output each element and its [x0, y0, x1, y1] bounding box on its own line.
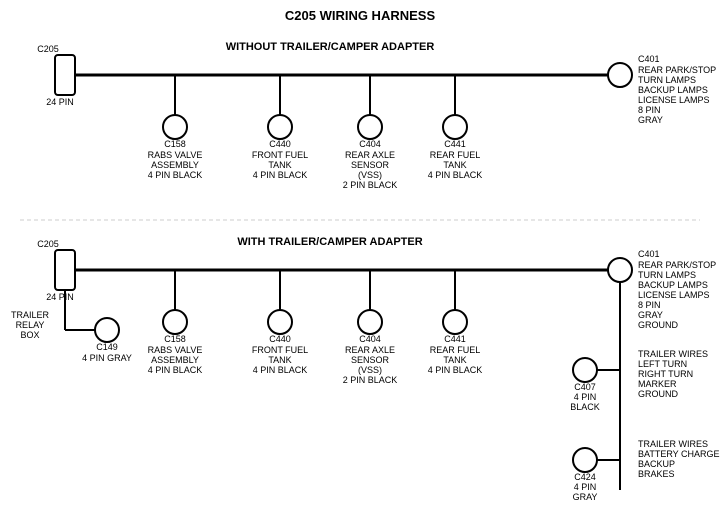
s1-c440-desc1: FRONT FUEL — [252, 150, 308, 160]
s2-right-desc4: LICENSE LAMPS — [638, 290, 710, 300]
s2-right-desc3: BACKUP LAMPS — [638, 280, 708, 290]
s1-c441-id: C441 — [444, 139, 466, 149]
s2-c407-desc1: TRAILER WIRES — [638, 349, 708, 359]
s2-c424-color: GRAY — [573, 492, 598, 502]
s2-c149-id: C149 — [96, 342, 118, 352]
s2-c407-desc5: GROUND — [638, 389, 678, 399]
s2-c441-id: C441 — [444, 334, 466, 344]
s2-c441-desc1: REAR FUEL — [430, 345, 481, 355]
s2-c404-desc3: (VSS) — [358, 365, 382, 375]
s2-relay-label3: BOX — [20, 330, 39, 340]
s2-c407-desc3: RIGHT TURN — [638, 369, 693, 379]
s2-c440-desc2: TANK — [268, 355, 291, 365]
s2-c440-id: C440 — [269, 334, 291, 344]
s1-c158-desc2: ASSEMBLY — [151, 160, 199, 170]
s2-c424-desc1: TRAILER WIRES — [638, 439, 708, 449]
s2-c407-desc4: MARKER — [638, 379, 677, 389]
s2-c404-desc4: 2 PIN BLACK — [343, 375, 398, 385]
s1-c404-desc3: (VSS) — [358, 170, 382, 180]
s2-relay-label2: RELAY — [16, 320, 45, 330]
s2-right-color: GRAY — [638, 310, 663, 320]
s2-c424-desc3: BACKUP — [638, 459, 675, 469]
section1-title: WITHOUT TRAILER/CAMPER ADAPTER — [226, 41, 435, 53]
s1-c440-id: C440 — [269, 139, 291, 149]
s1-c158-id: C158 — [164, 139, 186, 149]
s1-c158-desc1: RABS VALVE — [148, 150, 203, 160]
s1-c158-desc3: 4 PIN BLACK — [148, 170, 203, 180]
s2-right-desc2: TURN LAMPS — [638, 270, 696, 280]
s1-c441-desc2: TANK — [443, 160, 466, 170]
s2-c407-desc2: LEFT TURN — [638, 359, 687, 369]
s2-c158-id: C158 — [164, 334, 186, 344]
s1-c440-desc2: TANK — [268, 160, 291, 170]
s2-relay-label1: TRAILER — [11, 310, 50, 320]
s2-c149-desc: 4 PIN GRAY — [82, 353, 132, 363]
s2-c440-desc3: 4 PIN BLACK — [253, 365, 308, 375]
s2-right-ground: GROUND — [638, 320, 678, 330]
s2-c158-desc2: ASSEMBLY — [151, 355, 199, 365]
diagram-title: C205 WIRING HARNESS — [285, 8, 436, 23]
s1-right-desc1: REAR PARK/STOP — [638, 65, 716, 75]
s2-c404-id: C404 — [359, 334, 381, 344]
s2-left-id: C205 — [37, 239, 59, 249]
s1-c441-desc1: REAR FUEL — [430, 150, 481, 160]
s1-right-desc3: BACKUP LAMPS — [638, 85, 708, 95]
s2-c407-color: BLACK — [570, 402, 600, 412]
s2-c404-desc1: REAR AXLE — [345, 345, 395, 355]
s1-c440-desc3: 4 PIN BLACK — [253, 170, 308, 180]
s2-right-id: C401 — [638, 249, 660, 259]
s2-c404-desc2: SENSOR — [351, 355, 390, 365]
s2-c407-pins: 4 PIN — [574, 392, 597, 402]
s1-c441-desc3: 4 PIN BLACK — [428, 170, 483, 180]
s1-c404-desc2: SENSOR — [351, 160, 390, 170]
s1-left-pins: 24 PIN — [46, 97, 74, 107]
s1-right-pins: 8 PIN — [638, 105, 661, 115]
s2-c440-desc1: FRONT FUEL — [252, 345, 308, 355]
s1-right-desc2: TURN LAMPS — [638, 75, 696, 85]
s2-c441-desc2: TANK — [443, 355, 466, 365]
s1-right-id: C401 — [638, 54, 660, 64]
s2-c424-id: C424 — [574, 472, 596, 482]
s1-right-desc4: LICENSE LAMPS — [638, 95, 710, 105]
s2-right-pins: 8 PIN — [638, 300, 661, 310]
s2-c424-desc4: BRAKES — [638, 469, 675, 479]
s1-left-id: C205 — [37, 44, 59, 54]
s1-c404-desc4: 2 PIN BLACK — [343, 180, 398, 190]
s2-right-desc1: REAR PARK/STOP — [638, 260, 716, 270]
section2-title: WITH TRAILER/CAMPER ADAPTER — [237, 236, 422, 248]
s1-c404-id: C404 — [359, 139, 381, 149]
wiring-diagram: C205 WIRING HARNESS WITHOUT TRAILER/CAMP… — [0, 0, 720, 517]
s2-c424-desc2: BATTERY CHARGE — [638, 449, 720, 459]
s2-c424-pins: 4 PIN — [574, 482, 597, 492]
s2-c441-desc3: 4 PIN BLACK — [428, 365, 483, 375]
s2-c158-desc3: 4 PIN BLACK — [148, 365, 203, 375]
s2-c158-desc1: RABS VALVE — [148, 345, 203, 355]
s1-right-color: GRAY — [638, 115, 663, 125]
s1-c404-desc1: REAR AXLE — [345, 150, 395, 160]
s2-left-pins: 24 PIN — [46, 292, 74, 302]
s2-c407-id: C407 — [574, 382, 596, 392]
